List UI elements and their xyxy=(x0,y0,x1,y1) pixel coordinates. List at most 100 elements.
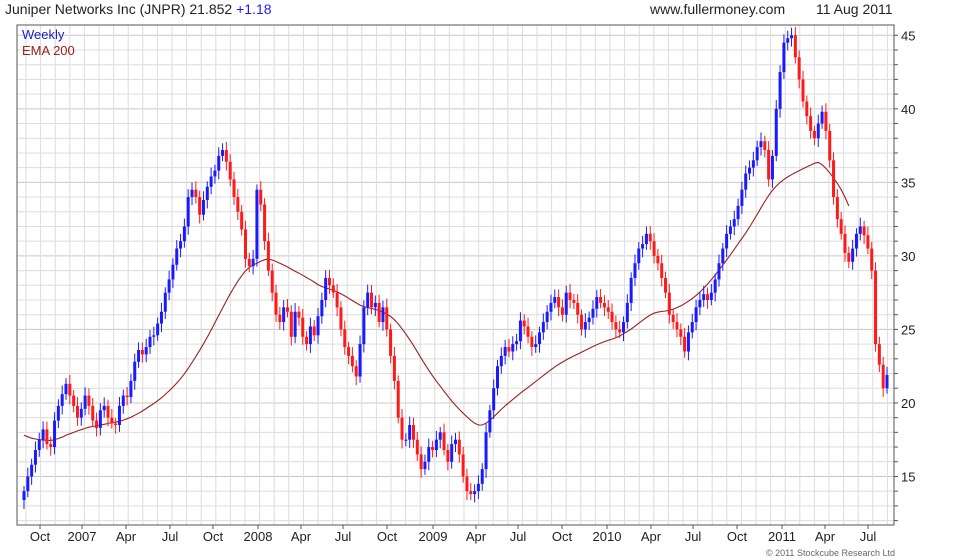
weekly-bar xyxy=(744,173,748,190)
weekly-bar xyxy=(213,170,217,177)
weekly-bar xyxy=(179,241,183,249)
weekly-bar xyxy=(91,405,95,421)
weekly-bar xyxy=(862,226,866,236)
weekly-bar xyxy=(614,322,618,330)
weekly-bar xyxy=(492,388,496,411)
weekly-bar xyxy=(648,233,652,242)
weekly-bar xyxy=(159,311,163,324)
weekly-bar xyxy=(885,375,889,389)
weekly-bar xyxy=(297,311,301,318)
weekly-bar xyxy=(114,423,118,425)
weekly-bar xyxy=(694,307,698,323)
weekly-bar xyxy=(820,111,824,124)
weekly-bar xyxy=(26,476,30,492)
weekly-bar xyxy=(618,329,622,333)
weekly-bar xyxy=(576,302,580,315)
weekly-bar xyxy=(549,302,553,312)
weekly-bar xyxy=(522,320,526,327)
weekly-bar xyxy=(679,329,683,337)
y-tick-label: 30 xyxy=(901,249,915,264)
weekly-bar xyxy=(255,189,259,259)
weekly-bar xyxy=(683,336,687,352)
weekly-bar xyxy=(144,347,148,355)
weekly-bar xyxy=(171,264,175,280)
weekly-bar xyxy=(373,302,377,308)
weekly-bar xyxy=(450,444,454,462)
weekly-bar xyxy=(469,491,473,495)
weekly-bar xyxy=(392,355,396,381)
x-tick-label: Jul xyxy=(335,529,352,544)
price-chart: 15 20 25 30 35 40 45 Oct 2007 Apr Jul Oct 2008 Apr Ju… xyxy=(16,24,915,544)
weekly-bar xyxy=(102,405,106,411)
weekly-bar xyxy=(641,244,645,249)
weekly-bar xyxy=(121,395,125,406)
y-tick-label: 40 xyxy=(901,102,915,117)
weekly-bar xyxy=(828,130,832,161)
weekly-bar xyxy=(515,341,519,345)
weekly-bar xyxy=(824,111,828,131)
weekly-bar xyxy=(629,277,633,303)
x-tick-label: Jul xyxy=(860,529,877,544)
weekly-bar xyxy=(751,160,755,168)
weekly-bar xyxy=(851,248,855,262)
weekly-bar xyxy=(362,307,366,345)
weekly-bar xyxy=(140,350,144,355)
weekly-bar xyxy=(438,432,442,440)
x-tick-label: Apr xyxy=(116,529,137,544)
x-tick-label: Jul xyxy=(510,529,527,544)
weekly-bar xyxy=(133,361,137,381)
weekly-bar xyxy=(381,307,385,323)
weekly-bar xyxy=(339,307,343,330)
x-tick-label: Jul xyxy=(685,529,702,544)
weekly-bar xyxy=(732,219,736,227)
x-tick-label: 2010 xyxy=(593,529,622,544)
weekly-bar xyxy=(583,322,587,330)
weekly-bar xyxy=(366,292,370,308)
weekly-bar xyxy=(431,447,435,450)
weekly-bar xyxy=(832,160,836,198)
weekly-bar xyxy=(690,322,694,333)
weekly-bar xyxy=(473,491,477,495)
weekly-bar xyxy=(755,147,759,161)
weekly-bar xyxy=(167,279,171,293)
ema-series xyxy=(23,161,850,441)
weekly-bar xyxy=(221,150,225,156)
weekly-bar xyxy=(369,292,373,308)
weekly-bar xyxy=(717,263,721,280)
weekly-bar xyxy=(511,344,515,352)
weekly-bar xyxy=(232,179,236,198)
x-tick-label: Oct xyxy=(203,529,224,544)
weekly-bar xyxy=(591,308,595,318)
weekly-bar xyxy=(782,42,786,73)
weekly-bar xyxy=(415,439,419,455)
weekly-bar xyxy=(660,263,664,278)
x-tick-label: Apr xyxy=(466,529,487,544)
weekly-bar xyxy=(763,141,767,150)
x-tick-label: Oct xyxy=(727,529,748,544)
weekly-bar xyxy=(740,189,744,206)
weekly-bar xyxy=(209,176,213,187)
weekly-bar xyxy=(725,233,729,249)
weekly-bar xyxy=(175,248,179,265)
weekly-bar xyxy=(53,420,57,448)
weekly-bar xyxy=(595,297,599,309)
weekly-bar xyxy=(770,155,774,180)
x-tick-label: Apr xyxy=(291,529,312,544)
weekly-bar xyxy=(667,292,671,315)
weekly-bar xyxy=(182,226,186,242)
weekly-bar xyxy=(835,197,839,220)
weekly-bar xyxy=(301,317,305,337)
weekly-bar xyxy=(68,383,72,396)
weekly-bar xyxy=(633,263,637,278)
weekly-bar xyxy=(259,189,263,205)
weekly-bar xyxy=(553,297,557,303)
weekly-bar xyxy=(427,447,431,462)
x-tick-label: Oct xyxy=(377,529,398,544)
weekly-bar xyxy=(22,491,26,500)
weekly-bar xyxy=(767,150,771,180)
x-axis: Oct 2007 Apr Jul Oct 2008 Apr Jul Oct 2009 Apr Jul O… xyxy=(30,525,877,544)
weekly-bar xyxy=(331,285,335,293)
weekly-bar xyxy=(385,307,389,330)
weekly-bar xyxy=(60,394,64,406)
weekly-bar xyxy=(606,307,610,312)
